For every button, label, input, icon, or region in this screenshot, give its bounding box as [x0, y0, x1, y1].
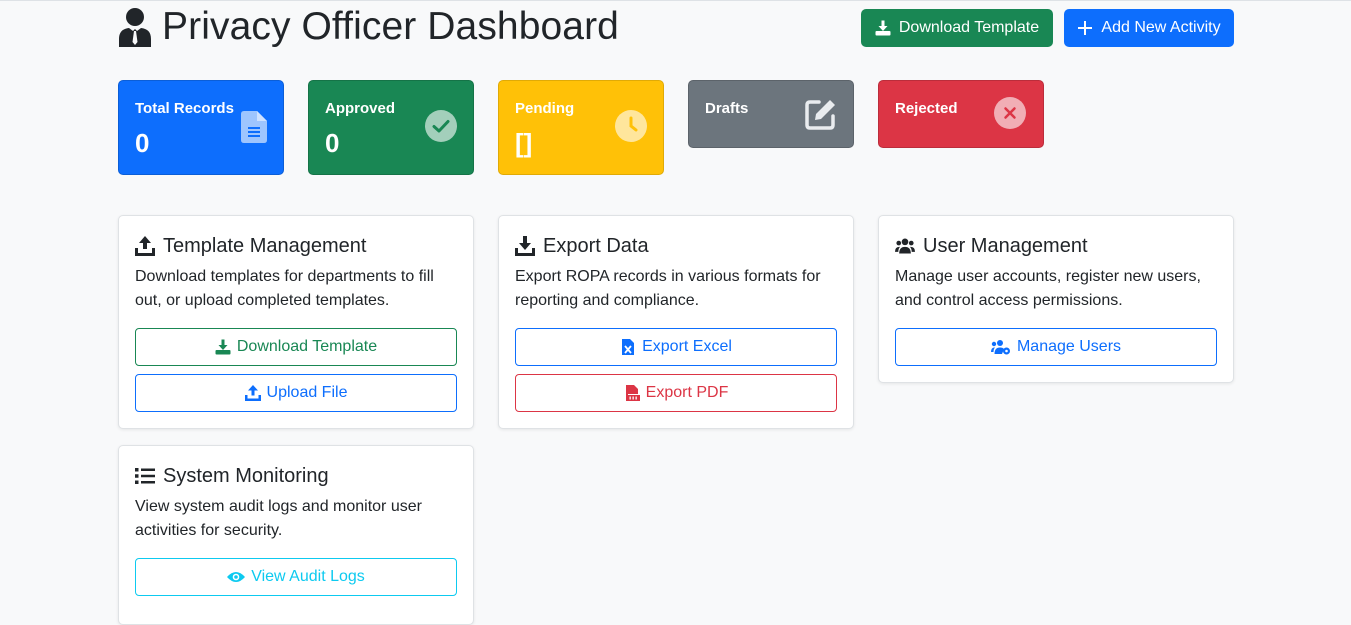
- upload-file-button[interactable]: Upload File: [135, 374, 457, 412]
- file-icon: [241, 111, 267, 148]
- dashboard-page: Privacy Officer Dashboard Download Templ…: [118, 0, 1234, 625]
- export-pdf-label: Export PDF: [645, 384, 729, 401]
- stat-value: 0: [135, 128, 150, 158]
- upload-icon: [135, 236, 155, 256]
- view-audit-logs-button[interactable]: View Audit Logs: [135, 558, 457, 596]
- add-new-activity-button[interactable]: Add New Activity: [1064, 9, 1234, 47]
- page-title-text: Privacy Officer Dashboard: [162, 5, 619, 48]
- clock-icon: [615, 110, 647, 147]
- card-export-data: Export Data Export ROPA records in vario…: [498, 215, 854, 429]
- manage-users-label: Manage Users: [1016, 338, 1122, 355]
- download-template-label: Download Template: [236, 338, 378, 355]
- stat-card-pending: Pending []: [498, 80, 664, 175]
- stat-card-rejected: Rejected: [878, 80, 1044, 148]
- stat-value: []: [515, 128, 533, 158]
- download-template-button[interactable]: Download Template: [135, 328, 457, 366]
- add-new-activity-label: Add New Activity: [1101, 19, 1221, 36]
- stat-card-drafts: Drafts: [688, 80, 854, 148]
- card-description: View system audit logs and monitor user …: [135, 498, 422, 539]
- check-circle-icon: [425, 110, 457, 147]
- page-title: Privacy Officer Dashboard: [118, 4, 619, 50]
- card-title: User Management: [895, 233, 1088, 259]
- stat-card-approved: Approved 0: [308, 80, 474, 175]
- download-icon: [875, 20, 891, 36]
- card-title-text: User Management: [923, 234, 1088, 257]
- user-tie-icon: [118, 7, 152, 47]
- card-title: Export Data: [515, 233, 649, 259]
- card-description: Manage user accounts, register new users…: [895, 268, 1201, 309]
- stat-label: Pending: [515, 100, 575, 117]
- users-icon: [895, 236, 915, 256]
- card-template-management: Template Management Download templates f…: [118, 215, 474, 429]
- stat-value: 0: [325, 128, 340, 158]
- card-description: Download templates for departments to fi…: [135, 268, 434, 309]
- edit-icon: [804, 97, 838, 136]
- download-icon: [515, 236, 535, 256]
- card-description: Export ROPA records in various formats f…: [515, 268, 821, 309]
- file-pdf-icon: [625, 385, 640, 401]
- download-icon: [215, 339, 231, 355]
- users-cog-icon: [990, 340, 1010, 355]
- x-circle-icon: [994, 97, 1026, 134]
- stat-label: Total Records: [135, 100, 234, 117]
- file-excel-icon: [622, 339, 635, 355]
- upload-icon: [244, 385, 261, 401]
- card-title: System Monitoring: [135, 463, 329, 489]
- stat-card-total-records: Total Records 0: [118, 80, 284, 175]
- view-audit-logs-label: View Audit Logs: [251, 568, 365, 585]
- plus-icon: [1078, 21, 1093, 35]
- card-system-monitoring: System Monitoring View system audit logs…: [118, 445, 474, 625]
- card-user-management: User Management Manage user accounts, re…: [878, 215, 1234, 383]
- stat-label: Approved: [325, 100, 396, 117]
- header-download-template-label: Download Template: [898, 19, 1040, 36]
- export-excel-button[interactable]: Export Excel: [515, 328, 837, 366]
- export-excel-label: Export Excel: [642, 338, 732, 355]
- card-title-text: System Monitoring: [163, 464, 329, 487]
- card-title-text: Export Data: [543, 234, 649, 257]
- export-pdf-button[interactable]: Export PDF: [515, 374, 837, 412]
- stat-label: Rejected: [895, 100, 958, 117]
- upload-file-label: Upload File: [266, 384, 348, 401]
- eye-icon: [227, 572, 246, 582]
- card-title-text: Template Management: [163, 234, 367, 257]
- list-icon: [135, 466, 155, 486]
- header-download-template-button[interactable]: Download Template: [861, 9, 1053, 47]
- stat-label: Drafts: [705, 100, 749, 117]
- card-title: Template Management: [135, 233, 366, 259]
- manage-users-button[interactable]: Manage Users: [895, 328, 1217, 366]
